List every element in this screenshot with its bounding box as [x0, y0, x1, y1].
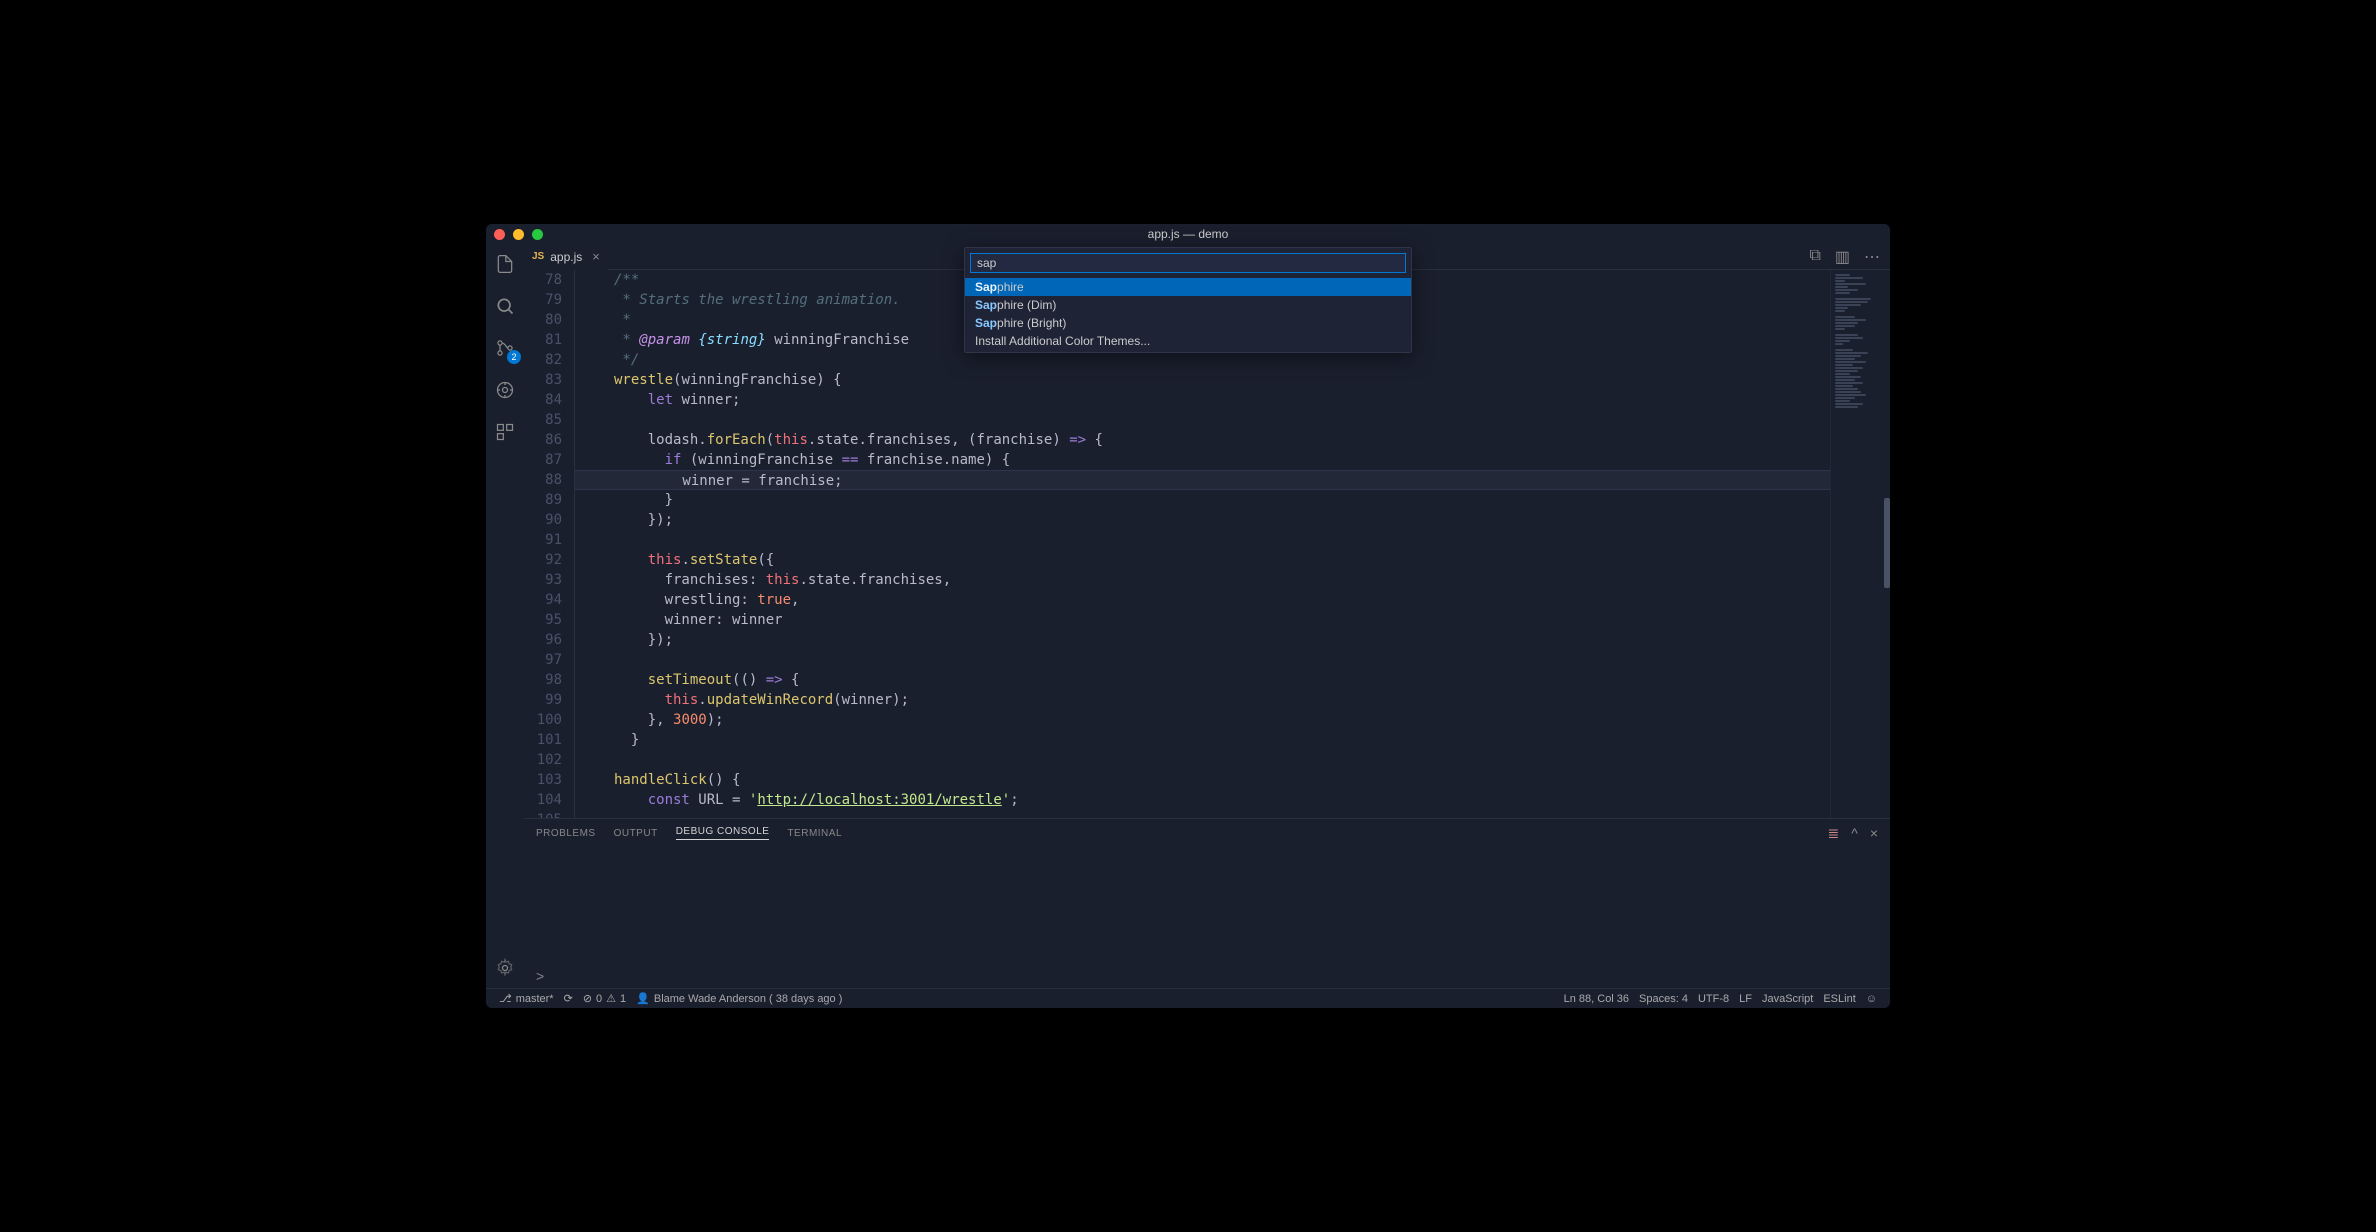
panel-tab-problems[interactable]: PROBLEMS	[536, 828, 596, 839]
minimap[interactable]	[1830, 270, 1890, 818]
git-branch[interactable]: ⎇ master*	[494, 992, 559, 1005]
sync-icon: ⟳	[564, 992, 573, 1005]
vscode-window: app.js — demo 2	[486, 224, 1890, 1008]
debug-prompt[interactable]: >	[524, 968, 1890, 988]
command-palette: Sapphire Sapphire (Dim) Sapphire (Bright…	[964, 247, 1412, 353]
palette-item-sapphire[interactable]: Sapphire	[965, 278, 1411, 296]
settings-gear-icon[interactable]	[493, 956, 517, 980]
palette-list: Sapphire Sapphire (Dim) Sapphire (Bright…	[965, 278, 1411, 352]
tab-app-js[interactable]: JS app.js ×	[524, 244, 608, 270]
scm-badge: 2	[507, 350, 521, 364]
warning-icon: ⚠	[606, 992, 616, 1005]
js-file-icon: JS	[532, 251, 544, 262]
panel-tabs: PROBLEMS OUTPUT DEBUG CONSOLE TERMINAL ≣…	[524, 819, 1890, 847]
clear-console-icon[interactable]: ≣	[1828, 825, 1840, 842]
palette-item-sapphire-bright[interactable]: Sapphire (Bright)	[965, 314, 1411, 332]
explorer-icon[interactable]	[493, 252, 517, 276]
close-panel-icon[interactable]: ×	[1870, 825, 1878, 842]
panel-tab-output[interactable]: OUTPUT	[614, 828, 658, 839]
person-icon: 👤	[636, 992, 650, 1005]
errors-warnings[interactable]: ⊘ 0 ⚠ 1	[578, 992, 631, 1005]
main-area: JS app.js × ⧉ ▥ ⋯ 78 79 80 81 82 83	[524, 244, 1890, 988]
source-control-icon[interactable]: 2	[493, 336, 517, 360]
eslint-status[interactable]: ESLint	[1818, 993, 1860, 1005]
activity-bar: 2	[486, 244, 524, 988]
encoding[interactable]: UTF-8	[1693, 993, 1734, 1005]
statusbar: ⎇ master* ⟳ ⊘ 0 ⚠ 1 👤 Blame Wade Anderso…	[486, 988, 1890, 1008]
window-title: app.js — demo	[486, 227, 1890, 241]
git-blame[interactable]: 👤 Blame Wade Anderson ( 38 days ago )	[631, 992, 847, 1005]
panel-tab-debug-console[interactable]: DEBUG CONSOLE	[676, 826, 770, 840]
collapse-panel-icon[interactable]: ^	[1851, 825, 1858, 842]
eol[interactable]: LF	[1734, 993, 1757, 1005]
split-editor-icon[interactable]: ⧉	[1809, 247, 1820, 267]
panel-body[interactable]	[524, 847, 1890, 968]
branch-icon: ⎇	[499, 992, 512, 1005]
search-icon[interactable]	[493, 294, 517, 318]
feedback-icon[interactable]: ☺	[1861, 993, 1882, 1005]
editor-actions: ⧉ ▥ ⋯	[1809, 247, 1890, 267]
panel: PROBLEMS OUTPUT DEBUG CONSOLE TERMINAL ≣…	[524, 818, 1890, 988]
indentation[interactable]: Spaces: 4	[1634, 993, 1693, 1005]
error-icon: ⊘	[583, 992, 592, 1005]
language-mode[interactable]: JavaScript	[1757, 993, 1818, 1005]
body-area: 2 JS app.js × ⧉ ▥ ⋯	[486, 244, 1890, 988]
sync-status[interactable]: ⟳	[559, 992, 578, 1005]
toggle-layout-icon[interactable]: ▥	[1835, 247, 1850, 267]
panel-tab-terminal[interactable]: TERMINAL	[787, 828, 842, 839]
palette-input[interactable]	[970, 253, 1406, 273]
palette-item-sapphire-dim[interactable]: Sapphire (Dim)	[965, 296, 1411, 314]
more-actions-icon[interactable]: ⋯	[1864, 247, 1880, 267]
close-tab-icon[interactable]: ×	[592, 249, 600, 264]
debug-icon[interactable]	[493, 378, 517, 402]
tab-label: app.js	[550, 250, 582, 264]
palette-item-install-themes[interactable]: Install Additional Color Themes...	[965, 332, 1411, 350]
extensions-icon[interactable]	[493, 420, 517, 444]
minimap-slider[interactable]	[1884, 498, 1890, 588]
titlebar: app.js — demo	[486, 224, 1890, 244]
cursor-position[interactable]: Ln 88, Col 36	[1559, 993, 1634, 1005]
line-numbers: 78 79 80 81 82 83 84 85 86 87 88 89 90 9…	[524, 270, 574, 818]
